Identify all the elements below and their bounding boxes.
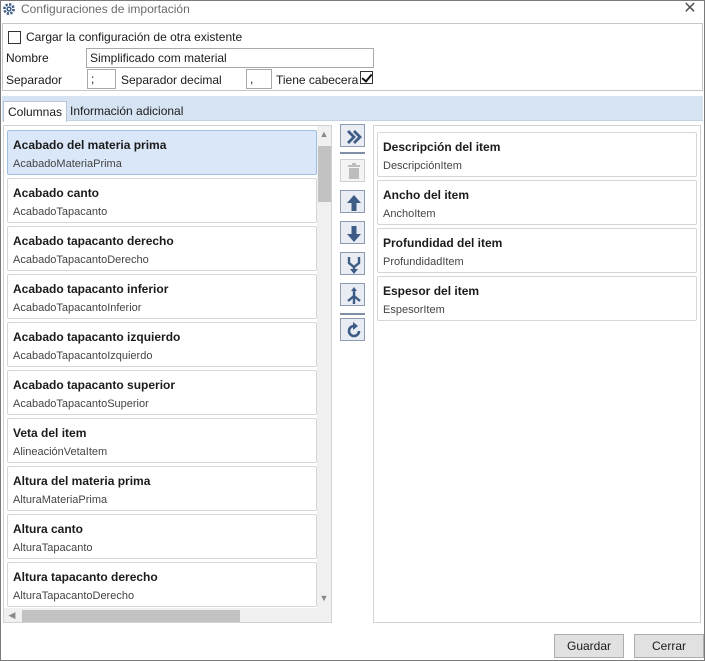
column-title: Acabado canto xyxy=(13,186,100,200)
column-title: Veta del item xyxy=(13,426,87,440)
refresh-button[interactable] xyxy=(340,318,365,341)
decimal-separator-label: Separador decimal xyxy=(121,73,222,87)
column-title: Espesor del item xyxy=(383,284,480,298)
column-field-name: AcabadoMateriaPrima xyxy=(13,158,122,170)
list-item[interactable]: Acabado del materia prima AcabadoMateriaP… xyxy=(7,130,317,175)
tab-strip: Columnas Información adicional xyxy=(2,96,703,122)
list-item[interactable]: Profundidad del item ProfundidadItem xyxy=(377,228,697,273)
column-title: Descripción del item xyxy=(383,140,501,154)
close-icon[interactable]: ✕ xyxy=(682,0,698,18)
column-field-name: AlturaMateriaPrima xyxy=(13,494,108,506)
remove-column-button[interactable] xyxy=(340,159,365,182)
available-columns-list: Acabado del materia prima AcabadoMateriaP… xyxy=(3,125,332,623)
selected-columns-list: Descripción del item DescripciónItem Ancho… xyxy=(373,125,701,623)
column-title: Acabado tapacanto inferior xyxy=(13,282,169,296)
scroll-left-icon[interactable]: ◀ xyxy=(6,608,18,622)
config-section: Cargar la configuración de otra existent… xyxy=(2,23,703,91)
column-field-name: AcabadoTapacantoInferior xyxy=(13,302,142,314)
scroll-up-icon[interactable]: ▲ xyxy=(317,128,331,140)
column-field-name: AlturaTapacantoDerecho xyxy=(13,590,135,602)
name-field[interactable]: Simplificado com material xyxy=(86,48,374,68)
refresh-icon xyxy=(347,322,361,338)
list-item[interactable]: Altura canto AlturaTapacanto xyxy=(7,514,317,559)
column-field-name: AcabadoTapacantoSuperior xyxy=(13,398,149,410)
list-item[interactable]: Acabado tapacanto superior AcabadoTapacan… xyxy=(7,370,317,415)
double-chevron-right-icon xyxy=(347,130,362,144)
column-field-name: ProfundidadItem xyxy=(383,256,464,268)
has-header-checkbox[interactable] xyxy=(360,71,373,84)
load-existing-checkbox[interactable] xyxy=(8,31,21,44)
add-column-button[interactable] xyxy=(340,124,365,147)
decimal-separator-field[interactable]: , xyxy=(246,69,272,89)
scroll-thumb[interactable] xyxy=(318,146,331,202)
list-item[interactable]: Acabado canto AcabadoTapacanto xyxy=(7,178,317,223)
merge-down-icon xyxy=(347,257,361,274)
arrow-down-icon xyxy=(347,226,361,242)
column-title: Ancho del item xyxy=(383,188,470,202)
load-existing-label: Cargar la configuración de otra existent… xyxy=(26,30,243,44)
column-field-name: EspesorItem xyxy=(383,304,445,316)
name-label: Nombre xyxy=(6,51,49,65)
column-title: Acabado tapacanto superior xyxy=(13,378,176,392)
horizontal-scrollbar[interactable]: ◀ xyxy=(4,608,331,622)
separator-field[interactable]: ; xyxy=(87,69,116,89)
column-field-name: DescripciónItem xyxy=(383,160,462,172)
separator-label: Separador xyxy=(6,73,63,87)
column-field-name: AlturaTapacanto xyxy=(13,542,93,554)
column-field-name: AcabadoTapacantoIzquierdo xyxy=(13,350,153,362)
list-item[interactable]: Acabado tapacanto inferior AcabadoTapacan… xyxy=(7,274,317,319)
trash-icon xyxy=(348,163,360,179)
list-item[interactable]: Descripción del item DescripciónItem xyxy=(377,132,697,177)
arrow-up-icon xyxy=(347,195,361,211)
column-field-name: AcabadoTapacantoDerecho xyxy=(13,254,149,266)
split-button[interactable] xyxy=(340,283,365,306)
toolbar-separator xyxy=(340,152,365,154)
list-item[interactable]: Altura tapacanto derecho AlturaTapacantoD… xyxy=(7,562,317,607)
column-field-name: AnchoItem xyxy=(383,208,436,220)
save-button[interactable]: Guardar xyxy=(554,634,624,658)
list-item[interactable]: Ancho del item AnchoItem xyxy=(377,180,697,225)
split-icon xyxy=(347,287,361,304)
move-up-button[interactable] xyxy=(340,190,365,213)
list-item[interactable]: Espesor del item EspesorItem xyxy=(377,276,697,321)
hscroll-thumb[interactable] xyxy=(22,610,240,622)
window-title: Configuraciones de importación xyxy=(21,2,190,16)
list-item[interactable]: Acabado tapacanto izquierdo AcabadoTapaca… xyxy=(7,322,317,367)
column-field-name: AcabadoTapacanto xyxy=(13,206,108,218)
column-title: Acabado tapacanto izquierdo xyxy=(13,330,181,344)
column-title: Altura canto xyxy=(13,522,84,536)
tab-informacion-adicional[interactable]: Información adicional xyxy=(66,101,187,121)
merge-button[interactable] xyxy=(340,252,365,275)
list-item[interactable]: Altura del materia prima AlturaMateriaPri… xyxy=(7,466,317,511)
cancel-button[interactable]: Cerrar xyxy=(634,634,704,658)
list-item[interactable]: Veta del item AlineaciónVetaItem xyxy=(7,418,317,463)
column-title: Profundidad del item xyxy=(383,236,503,250)
tab-columnas[interactable]: Columnas xyxy=(3,101,68,122)
title-bar: Configuraciones de importación ✕ xyxy=(1,0,704,19)
column-field-name: AlineaciónVetaItem xyxy=(13,446,108,458)
gear-icon xyxy=(3,3,15,15)
column-title: Acabado del materia prima xyxy=(13,138,167,152)
vertical-scrollbar[interactable]: ▲ ▼ xyxy=(317,126,331,608)
has-header-label: Tiene cabecera xyxy=(276,73,359,87)
import-config-window: Configuraciones de importación ✕ Cargar … xyxy=(0,0,705,661)
list-item[interactable]: Acabado tapacanto derecho AcabadoTapacant… xyxy=(7,226,317,271)
column-title: Altura del materia prima xyxy=(13,474,151,488)
column-title: Altura tapacanto derecho xyxy=(13,570,158,584)
toolbar-separator xyxy=(340,313,365,315)
scroll-down-icon[interactable]: ▼ xyxy=(317,592,331,604)
column-title: Acabado tapacanto derecho xyxy=(13,234,174,248)
move-down-button[interactable] xyxy=(340,221,365,244)
